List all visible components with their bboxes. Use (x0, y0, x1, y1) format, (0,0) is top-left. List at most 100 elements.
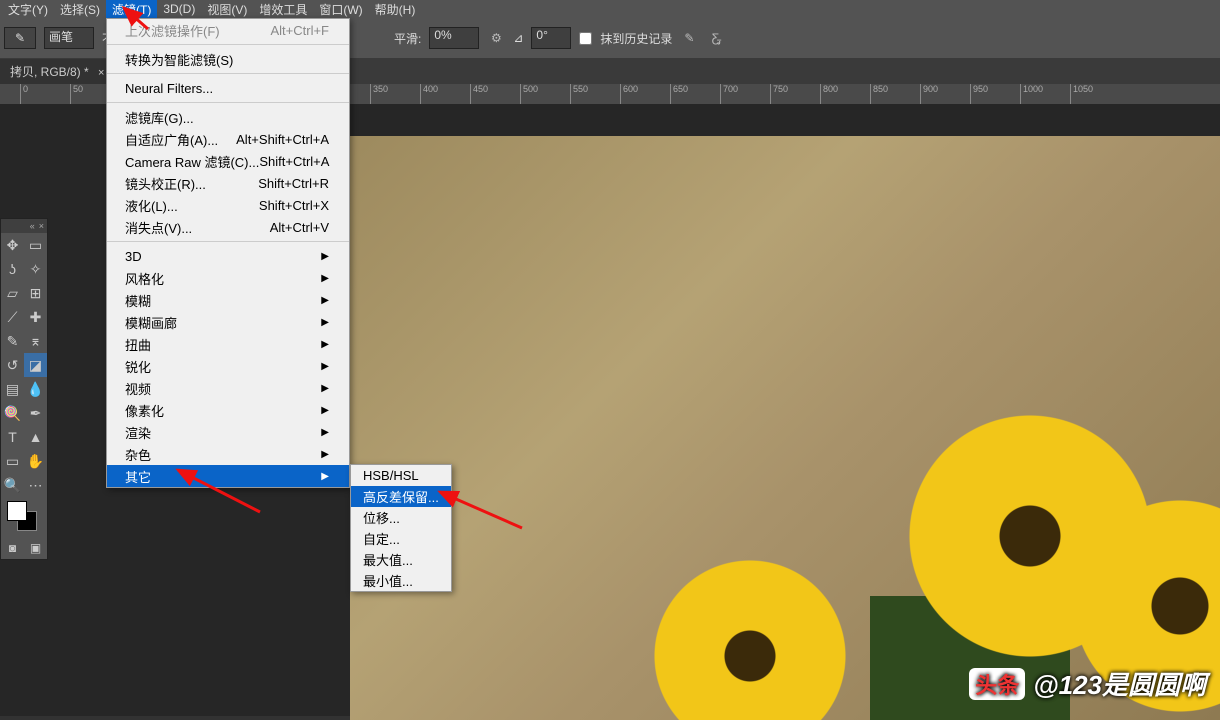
menu-item[interactable]: 杂色▶ (107, 443, 349, 465)
butterfly-icon[interactable]: Ƹ̵̡ (706, 29, 724, 47)
menu-item-label: 模糊 (125, 291, 151, 310)
close-panel-icon[interactable]: × (39, 221, 44, 231)
submenu-arrow-icon: ▶ (321, 361, 329, 372)
blur-tool[interactable]: 💧 (24, 377, 47, 401)
menu-item[interactable]: 像素化▶ (107, 399, 349, 421)
submenu-item[interactable]: 最大值... (351, 549, 451, 570)
brush-preset-field[interactable]: 画笔 (44, 27, 94, 49)
smooth-label: 平滑: (394, 30, 421, 47)
quickmask-icon[interactable]: ◙ (1, 537, 24, 559)
menu-item[interactable]: 其它▶ (107, 465, 349, 487)
menu-item[interactable]: 液化(L)...Shift+Ctrl+X (107, 194, 349, 216)
angle-value-field[interactable]: 0° (531, 27, 571, 49)
submenu-item[interactable]: HSB/HSL (351, 465, 451, 486)
eraser-tool[interactable]: ◪ (24, 353, 47, 377)
menu-view[interactable]: 视图(V) (201, 0, 253, 20)
menu-item-shortcut: Alt+Ctrl+F (270, 23, 329, 38)
submenu-item[interactable]: 位移... (351, 507, 451, 528)
menu-item-shortcut: Alt+Ctrl+V (270, 220, 329, 235)
menu-item[interactable]: 转换为智能滤镜(S) (107, 48, 349, 70)
menu-item[interactable]: 滤镜库(G)... (107, 106, 349, 128)
hand-tool[interactable]: ✋ (24, 449, 47, 473)
heal-tool[interactable]: ✚ (24, 305, 47, 329)
menu-item[interactable]: Camera Raw 滤镜(C)...Shift+Ctrl+A (107, 150, 349, 172)
menu-item-label: 渲染 (125, 423, 151, 442)
fg-color-swatch[interactable] (7, 501, 27, 521)
menu-select[interactable]: 选择(S) (54, 0, 106, 20)
menu-window[interactable]: 窗口(W) (313, 0, 368, 20)
brush-tool[interactable]: ✎ (1, 329, 24, 353)
path-select-tool[interactable]: ▲ (24, 425, 47, 449)
menu-text[interactable]: 文字(Y) (2, 0, 54, 20)
tool-preset-thumb[interactable]: ✎ (4, 27, 36, 49)
wand-tool[interactable]: ✧ (24, 257, 47, 281)
menu-item[interactable]: 风格化▶ (107, 267, 349, 289)
move-tool[interactable]: ✥ (1, 233, 24, 257)
menu-item[interactable]: 渲染 ▶ (107, 421, 349, 443)
menu-item-shortcut: Shift+Ctrl+A (259, 154, 329, 169)
pressure-icon[interactable]: ✎ (680, 29, 698, 47)
gradient-tool[interactable]: ▤ (1, 377, 24, 401)
submenu-item[interactable]: 最小值... (351, 570, 451, 591)
submenu-arrow-icon: ▶ (321, 295, 329, 306)
ruler-tick: 350 (370, 84, 388, 104)
menu-item-label: 风格化 (125, 269, 164, 288)
ruler-tick: 550 (570, 84, 588, 104)
menu-item[interactable]: Neural Filters... (107, 77, 349, 99)
ruler-tick: 1000 (1020, 84, 1043, 104)
document-tab-title: 拷贝, RGB/8) * (10, 65, 89, 79)
menu-filter[interactable]: 滤镜(T) (106, 0, 157, 20)
zoom-tool[interactable]: 🔍 (1, 473, 24, 497)
smooth-value-field[interactable]: 0% (429, 27, 479, 49)
menu-item-label: Camera Raw 滤镜(C)... (125, 152, 259, 171)
shape-tool[interactable]: ▭ (1, 449, 24, 473)
watermark-brand: 头条 (969, 668, 1025, 700)
dodge-tool[interactable]: 🍭 (1, 401, 24, 425)
menu-item-label: 锐化 (125, 357, 151, 376)
collapse-icon[interactable]: « (30, 221, 35, 231)
submenu-item[interactable]: 自定... (351, 528, 451, 549)
crop-tool[interactable]: ▱ (1, 281, 24, 305)
eyedropper-tool[interactable]: ⟋ (1, 305, 24, 329)
pen-tool[interactable]: ✒ (24, 401, 47, 425)
menu-item[interactable]: 模糊画廊▶ (107, 311, 349, 333)
close-icon[interactable]: × (98, 67, 104, 79)
menu-plugins[interactable]: 增效工具 (253, 0, 313, 20)
ruler-tick: 0 (20, 84, 28, 104)
watermark: 头条 @123是圆圆啊 (969, 665, 1206, 702)
tools-panel: « × ✥ ▭ ʖ ✧ ▱ ⊞ ⟋ ✚ ✎ ⌆ ↺ ◪ ▤ 💧 🍭 ✒ T ▲ ▭… (0, 218, 48, 560)
canvas-image[interactable] (350, 136, 1220, 720)
ruler-tick: 900 (920, 84, 938, 104)
history-checkbox[interactable] (579, 32, 592, 45)
menu-3d[interactable]: 3D(D) (157, 0, 201, 18)
menu-help[interactable]: 帮助(H) (369, 0, 422, 20)
menu-item[interactable]: 镜头校正(R)...Shift+Ctrl+R (107, 172, 349, 194)
menu-item[interactable]: 消失点(V)... Alt+Ctrl+V (107, 216, 349, 238)
stamp-tool[interactable]: ⌆ (24, 329, 47, 353)
menu-item: 上次滤镜操作(F)Alt+Ctrl+F (107, 19, 349, 41)
menu-item[interactable]: 视频▶ (107, 377, 349, 399)
history-brush-tool[interactable]: ↺ (1, 353, 24, 377)
submenu-arrow-icon: ▶ (321, 339, 329, 350)
menu-item-label: 转换为智能滤镜(S) (125, 50, 233, 69)
marquee-tool[interactable]: ▭ (24, 233, 47, 257)
submenu-arrow-icon: ▶ (321, 427, 329, 438)
menu-item[interactable]: 扭曲▶ (107, 333, 349, 355)
lasso-tool[interactable]: ʖ (1, 257, 24, 281)
menu-item[interactable]: 锐化 ▶ (107, 355, 349, 377)
document-tab[interactable]: 拷贝, RGB/8) * × (0, 59, 115, 84)
ruler-tick: 850 (870, 84, 888, 104)
gear-icon[interactable]: ⚙ (487, 29, 505, 47)
menu-item[interactable]: 3D▶ (107, 245, 349, 267)
submenu-arrow-icon: ▶ (321, 449, 329, 460)
submenu-item[interactable]: 高反差保留... (351, 486, 451, 507)
menu-item[interactable]: 自适应广角(A)...Alt+Shift+Ctrl+A (107, 128, 349, 150)
filter-menu-dropdown: 上次滤镜操作(F)Alt+Ctrl+F 转换为智能滤镜(S) Neural Filt… (106, 18, 350, 488)
type-tool[interactable]: T (1, 425, 24, 449)
menu-item[interactable]: 模糊 ▶ (107, 289, 349, 311)
color-swatches[interactable] (1, 497, 47, 537)
frame-tool[interactable]: ⊞ (24, 281, 47, 305)
menu-item-label: 消失点(V)... (125, 218, 192, 237)
more-tools[interactable]: ⋯ (24, 473, 47, 497)
screenmode-icon[interactable]: ▣ (24, 537, 47, 559)
